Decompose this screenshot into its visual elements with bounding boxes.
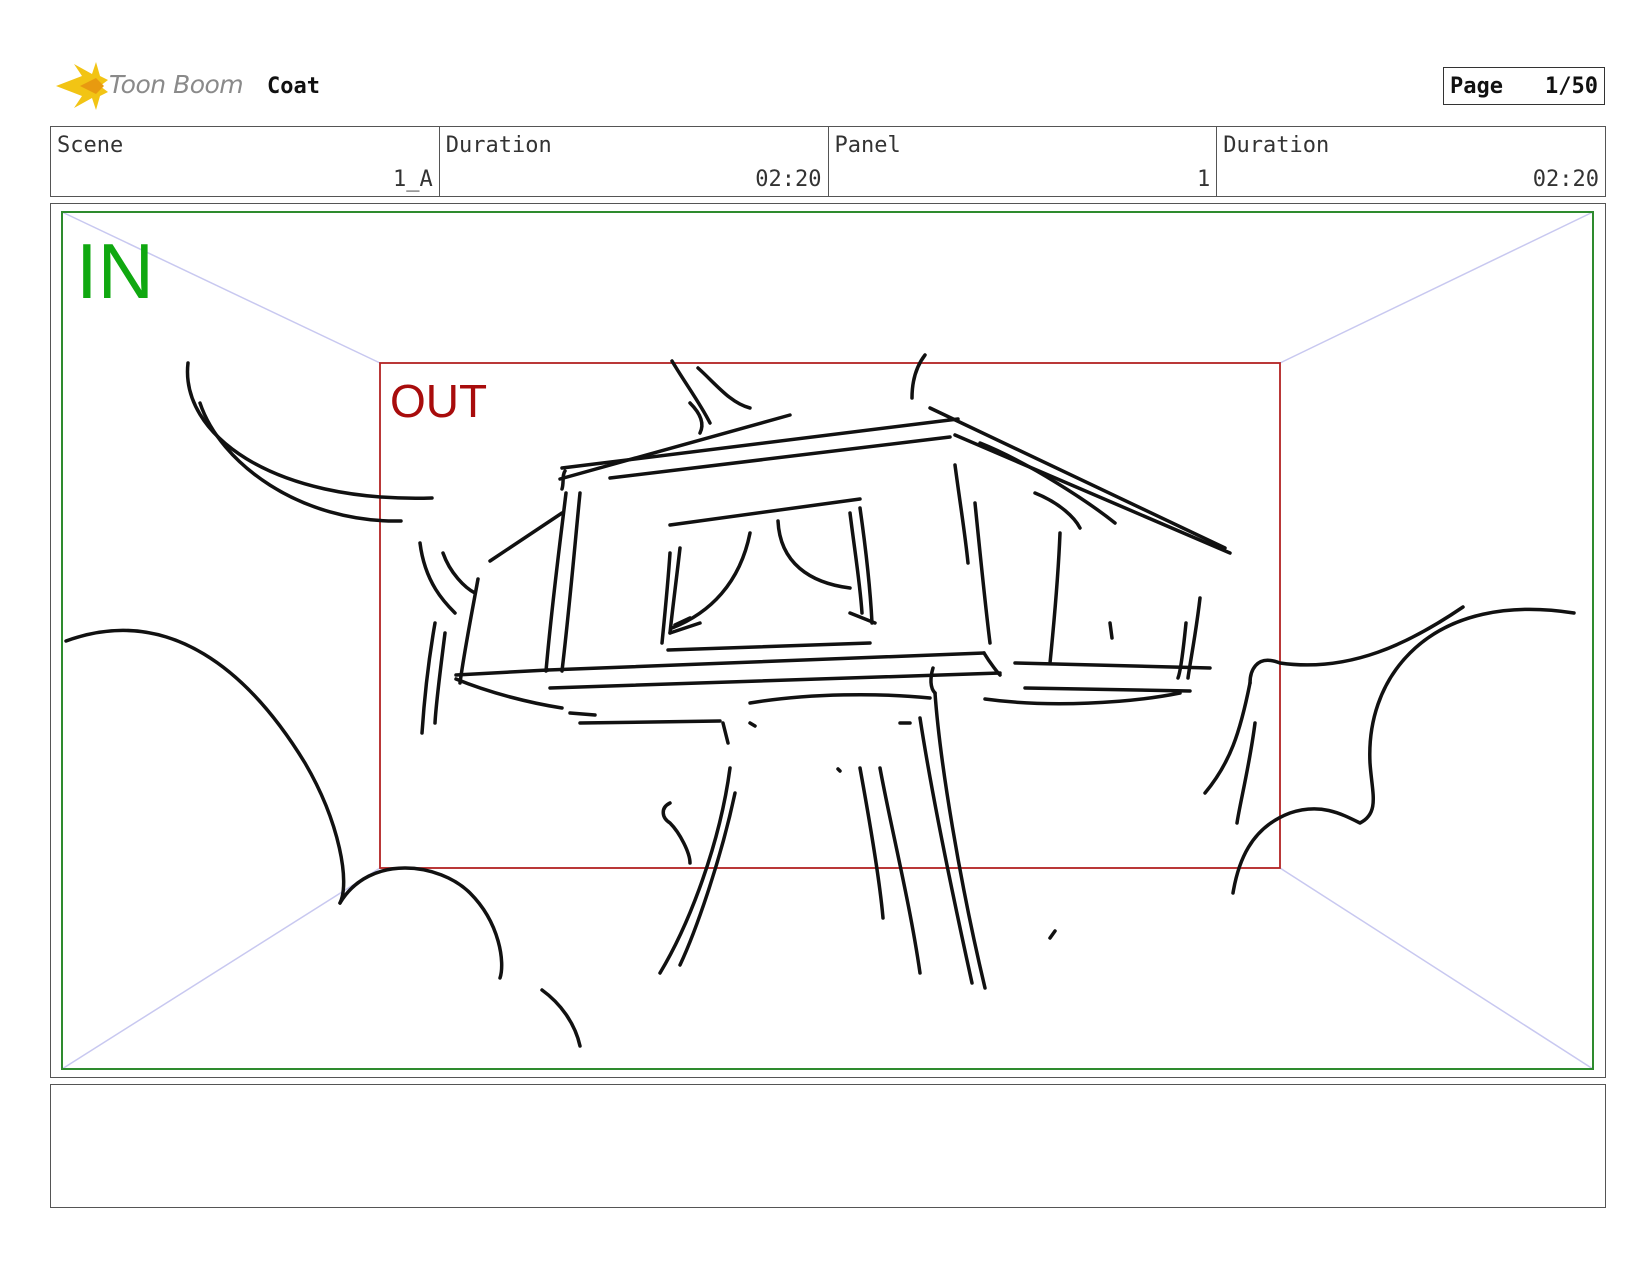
out-frame <box>379 362 1281 869</box>
page-indicator: Page 1/50 <box>1443 67 1605 105</box>
scene-duration-label: Duration <box>445 133 552 158</box>
panel-duration-cell: Duration 02:20 <box>1217 127 1605 196</box>
page-label: Page <box>1450 73 1503 99</box>
page-number: 1/50 <box>1545 73 1598 99</box>
panel-info-row: Scene 1_A Duration 02:20 Panel 1 Duratio… <box>50 126 1606 197</box>
panel-duration-value: 02:20 <box>1532 167 1599 192</box>
in-frame <box>61 211 1594 1070</box>
panel-duration-label: Duration <box>1223 133 1330 158</box>
scene-duration-cell: Duration 02:20 <box>440 127 829 196</box>
storyboard-sketch <box>64 353 1576 1048</box>
panel-drawing <box>61 211 1594 1070</box>
in-frame-label: IN <box>76 227 154 315</box>
panel-cell: Panel 1 <box>829 127 1218 196</box>
panel-label: Panel <box>834 133 901 158</box>
scene-duration-value: 02:20 <box>755 167 822 192</box>
scene-cell: Scene 1_A <box>51 127 440 196</box>
camera-guides <box>61 211 1594 1070</box>
brand-name: Toon Boom <box>109 70 244 99</box>
project-title: Coat <box>267 74 320 99</box>
out-frame-label: OUT <box>390 375 488 427</box>
notes-box[interactable] <box>50 1084 1606 1208</box>
scene-label: Scene <box>57 133 124 158</box>
scene-value: 1_A <box>393 167 433 192</box>
panel-value: 1 <box>1197 167 1211 192</box>
